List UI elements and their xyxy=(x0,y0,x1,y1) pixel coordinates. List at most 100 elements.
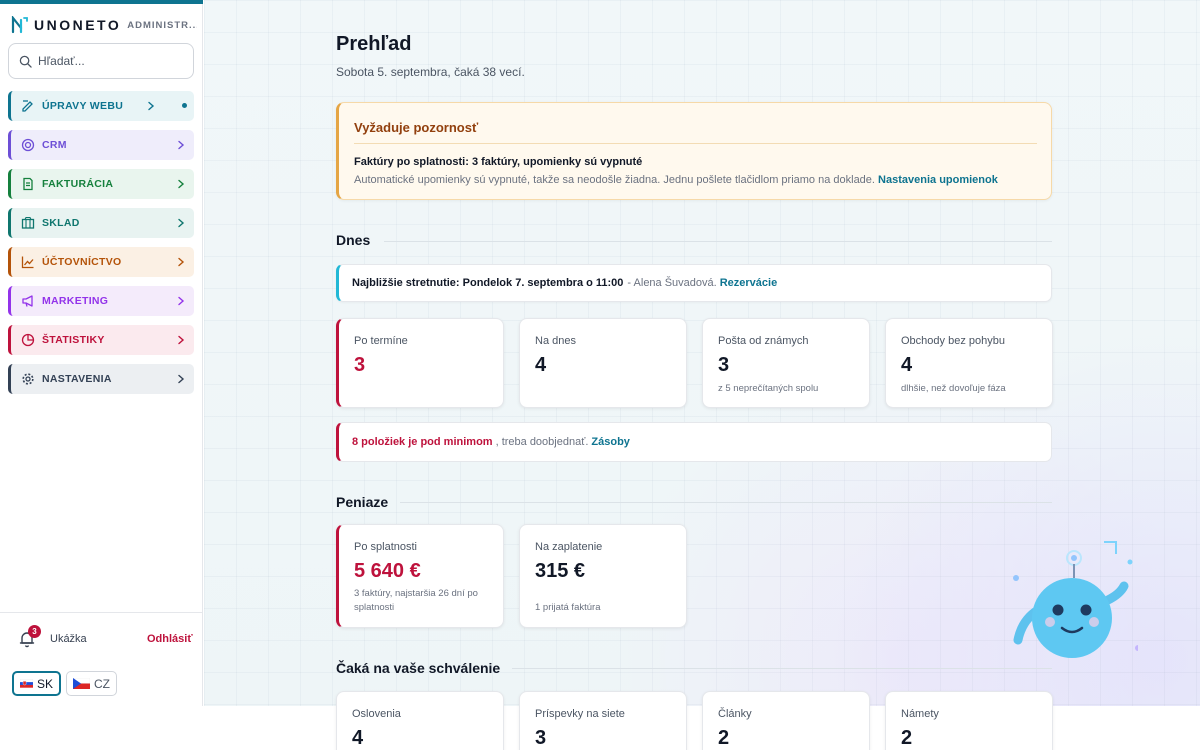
stock-banner: 8 položiek je pod minimom, treba doobjed… xyxy=(336,422,1052,462)
chevron-right-icon xyxy=(148,101,155,111)
brand-subtitle: ADMINISTR... xyxy=(127,19,198,31)
stat-card-label: Po splatnosti xyxy=(354,541,417,553)
chevron-right-icon xyxy=(178,218,185,228)
stat-card-label: Na zaplatenie xyxy=(535,541,603,553)
sidebar-item-label: CRM xyxy=(42,139,67,151)
search-input[interactable] xyxy=(38,54,178,68)
section-divider xyxy=(400,502,1052,503)
brand-name: UNONETO xyxy=(34,17,122,33)
sidebar-item-label: FAKTURÁCIA xyxy=(42,178,114,190)
reminder-settings-link[interactable]: Nastavenia upomienok xyxy=(878,174,998,186)
stat-card-label: Pošta od známych xyxy=(718,335,809,347)
sidebar-item-sklad[interactable]: SKLAD xyxy=(8,208,194,238)
chevron-right-icon xyxy=(178,296,185,306)
sidebar-item-nastavenia[interactable]: NASTAVENIA xyxy=(8,364,194,394)
document-icon xyxy=(23,177,33,191)
chevron-right-icon xyxy=(178,179,185,189)
sidebar-item-uctovnictvo[interactable]: ÚČTOVNÍCTVO xyxy=(8,247,194,277)
section-title-today: Dnes xyxy=(336,232,371,248)
sidebar-item-label: MARKETING xyxy=(42,295,109,307)
active-indicator-dot xyxy=(182,103,187,108)
demo-label[interactable]: Ukážka xyxy=(50,633,87,645)
stat-card-note: dlhšie, než dovoľuje fáza xyxy=(901,383,1006,394)
stat-card-value: 4 xyxy=(901,354,913,376)
sidebar-item-label: ÚČTOVNÍCTVO xyxy=(42,256,122,268)
lang-sk-label: SK xyxy=(36,676,53,691)
page-title: Prehľad xyxy=(336,33,412,55)
stat-card[interactable]: Na zaplatenie 315 € 1 prijatá faktúra xyxy=(519,524,687,628)
page-subtitle: Sobota 5. septembra, čaká 38 vecí. xyxy=(336,65,525,79)
chevron-right-icon xyxy=(178,257,185,267)
alert-divider xyxy=(354,143,1037,144)
meeting-text: Najbližšie stretnutie: Pondelok 7. septe… xyxy=(352,277,624,289)
meeting-person: - Alena Šuvadová. xyxy=(627,277,717,289)
meeting-banner: Najbližšie stretnutie: Pondelok 7. septe… xyxy=(336,264,1052,302)
sidebar-footer-divider xyxy=(0,612,203,613)
stat-card-value: 315 € xyxy=(535,560,586,582)
stat-card-label: Po termíne xyxy=(354,335,408,347)
attention-alert: Vyžaduje pozornosť Faktúry po splatnosti… xyxy=(336,102,1052,200)
stat-card-label: Články xyxy=(718,708,752,720)
pie-chart-icon xyxy=(21,333,35,347)
stat-card-label: Oslovenia xyxy=(352,708,401,720)
stat-card[interactable]: Po splatnosti 5 640 € 3 faktúry, najstarši… xyxy=(336,524,504,628)
lang-cz-label: CZ xyxy=(94,676,110,691)
stat-card-note: 3 faktúry, najstaršia 26 dní po splatnos… xyxy=(354,588,478,613)
section-divider xyxy=(512,668,1052,669)
sidebar-item-marketing[interactable]: MARKETING xyxy=(8,286,194,316)
notification-badge: 3 xyxy=(28,625,41,638)
stat-card-label: Obchody bez pohybu xyxy=(901,335,1005,347)
sidebar-item-label: NASTAVENIA xyxy=(42,373,112,385)
sidebar-top-accent xyxy=(0,0,203,4)
stat-card[interactable]: Články 2 xyxy=(702,691,870,750)
search-icon xyxy=(19,55,32,68)
sidebar-item-upravy-webu[interactable]: ÚPRAVY WEBU xyxy=(8,91,194,121)
alert-text: Automatické upomienky sú vypnuté, takže … xyxy=(354,174,998,186)
reservations-link[interactable]: Rezervácie xyxy=(720,277,778,289)
stat-card-value: 3 xyxy=(718,354,730,376)
stat-card[interactable]: Námety 2 xyxy=(885,691,1053,750)
stat-card-value: 4 xyxy=(352,727,364,749)
chevron-right-icon xyxy=(178,374,185,384)
stat-card-value: 2 xyxy=(718,727,730,749)
lang-sk-button[interactable]: SK xyxy=(12,671,61,696)
box-icon xyxy=(21,216,35,229)
sidebar-item-crm[interactable]: CRM xyxy=(8,130,194,160)
stat-card-note: 1 prijatá faktúra xyxy=(535,602,601,613)
stat-card[interactable]: Po termíne 3 xyxy=(336,318,504,408)
gear-icon xyxy=(22,373,34,385)
brand[interactable]: UNONETO ADMINISTR... xyxy=(11,15,197,35)
stock-warning: 8 položiek je pod minimom xyxy=(352,436,493,448)
search-box[interactable] xyxy=(8,43,194,79)
stat-card[interactable]: Oslovenia 4 xyxy=(336,691,504,750)
chevron-right-icon xyxy=(178,335,185,345)
sidebar-item-label: SKLAD xyxy=(42,217,80,229)
section-divider xyxy=(384,241,1052,242)
sidebar-nav: ÚPRAVY WEBU CRM FAKTURÁCIA SKLAD ÚČTOVNÍCTVO… xyxy=(8,91,194,403)
brand-logo-icon xyxy=(11,16,28,34)
robot-mascot-icon xyxy=(1013,541,1138,658)
alert-body: Automatické upomienky sú vypnuté, takže … xyxy=(354,174,875,186)
sidebar: UNONETO ADMINISTR... ÚPRAVY WEBU CRM FAKTU… xyxy=(0,0,203,706)
stat-card[interactable]: Príspevky na siete 3 xyxy=(519,691,687,750)
sidebar-item-label: ŠTATISTIKY xyxy=(42,334,105,346)
sidebar-item-statistiky[interactable]: ŠTATISTIKY xyxy=(8,325,194,355)
alert-headline: Faktúry po splatnosti: 3 faktúry, upomie… xyxy=(354,156,643,168)
stat-card[interactable]: Na dnes 4 xyxy=(519,318,687,408)
chart-line-icon xyxy=(21,256,34,269)
stat-card-label: Na dnes xyxy=(535,335,576,347)
stat-card[interactable]: Pošta od známych 3 z 5 neprečítaných spolu xyxy=(702,318,870,408)
slovak-flag-icon xyxy=(20,679,33,688)
section-title-approval: Čaká na vaše schválenie xyxy=(336,660,501,676)
stat-card-label: Príspevky na siete xyxy=(535,708,625,720)
lang-cz-button[interactable]: CZ xyxy=(66,671,117,696)
logout-link[interactable]: Odhlásiť xyxy=(147,633,193,645)
sidebar-item-fakturacia[interactable]: FAKTURÁCIA xyxy=(8,169,194,199)
stat-card[interactable]: Obchody bez pohybu 4 dlhšie, než dovoľuje … xyxy=(885,318,1053,408)
chevron-right-icon xyxy=(178,140,185,150)
czech-flag-icon xyxy=(73,678,90,689)
stat-card-value: 5 640 € xyxy=(354,560,421,582)
megaphone-icon xyxy=(22,295,33,307)
stat-card-note: z 5 neprečítaných spolu xyxy=(718,383,819,394)
inventory-link[interactable]: Zásoby xyxy=(591,436,630,448)
